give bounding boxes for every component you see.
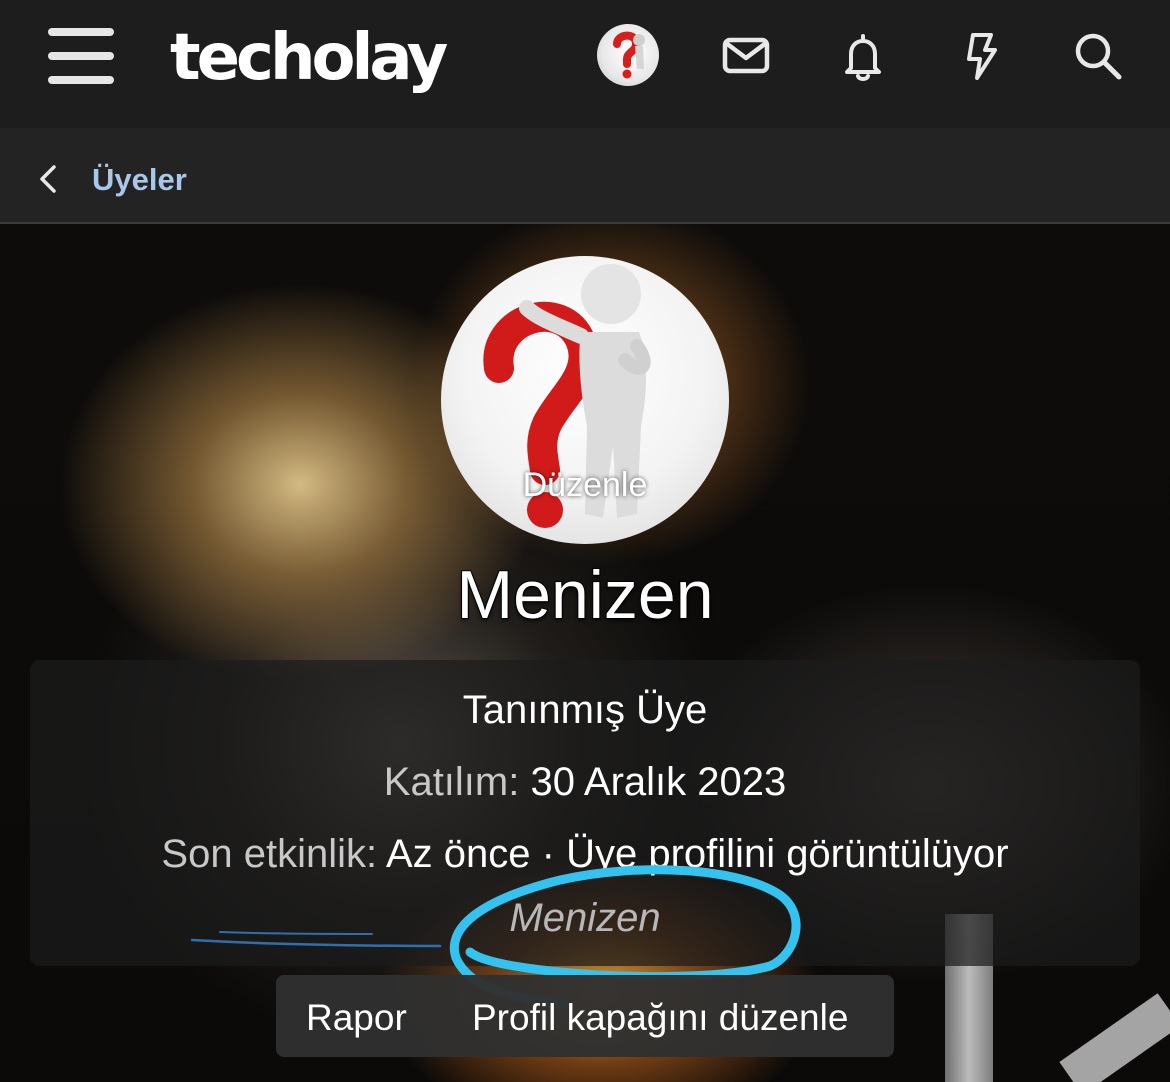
chevron-left-icon[interactable] xyxy=(36,164,60,194)
profile-avatar[interactable]: Düzenle xyxy=(441,256,729,544)
site-logo[interactable]: techolay xyxy=(170,18,448,98)
activity-text[interactable]: Üye profilini görüntülüyor xyxy=(566,832,1008,876)
report-button[interactable]: Rapor xyxy=(306,997,407,1039)
user-avatar[interactable] xyxy=(597,24,659,86)
profile-info-panel: Tanınmış Üye Katılım: 30 Aralık 2023 Son… xyxy=(30,660,1140,966)
hamburger-menu-icon[interactable] xyxy=(48,28,114,84)
activity-label: Son etkinlik: xyxy=(161,832,378,876)
activity-time: Az önce xyxy=(386,832,531,876)
activity-separator: · xyxy=(541,832,555,876)
last-activity: Son etkinlik: Az önce · Üye profilini gö… xyxy=(30,832,1140,877)
top-navigation-bar: techolay xyxy=(0,0,1170,128)
bell-icon[interactable] xyxy=(837,30,889,82)
edit-cover-button[interactable]: Profil kapağını düzenle xyxy=(472,997,848,1039)
joined-value: 30 Aralık 2023 xyxy=(530,760,787,804)
bolt-icon[interactable] xyxy=(955,30,1007,82)
joined-date: Katılım: 30 Aralık 2023 xyxy=(30,760,1140,805)
breadcrumb-link-members[interactable]: Üyeler xyxy=(92,162,187,198)
avatar-edit-label[interactable]: Düzenle xyxy=(441,466,729,505)
activity-target-link[interactable]: Menizen xyxy=(30,896,1140,941)
profile-username: Menizen xyxy=(455,556,714,634)
cover-decoration xyxy=(1059,993,1170,1082)
user-title: Tanınmış Üye xyxy=(462,688,708,732)
search-icon[interactable] xyxy=(1072,30,1124,82)
joined-label: Katılım: xyxy=(383,760,520,804)
mail-icon[interactable] xyxy=(720,30,772,82)
profile-action-bar: Rapor Profil kapağını düzenle xyxy=(276,975,894,1057)
breadcrumb: Üyeler xyxy=(0,128,1170,224)
